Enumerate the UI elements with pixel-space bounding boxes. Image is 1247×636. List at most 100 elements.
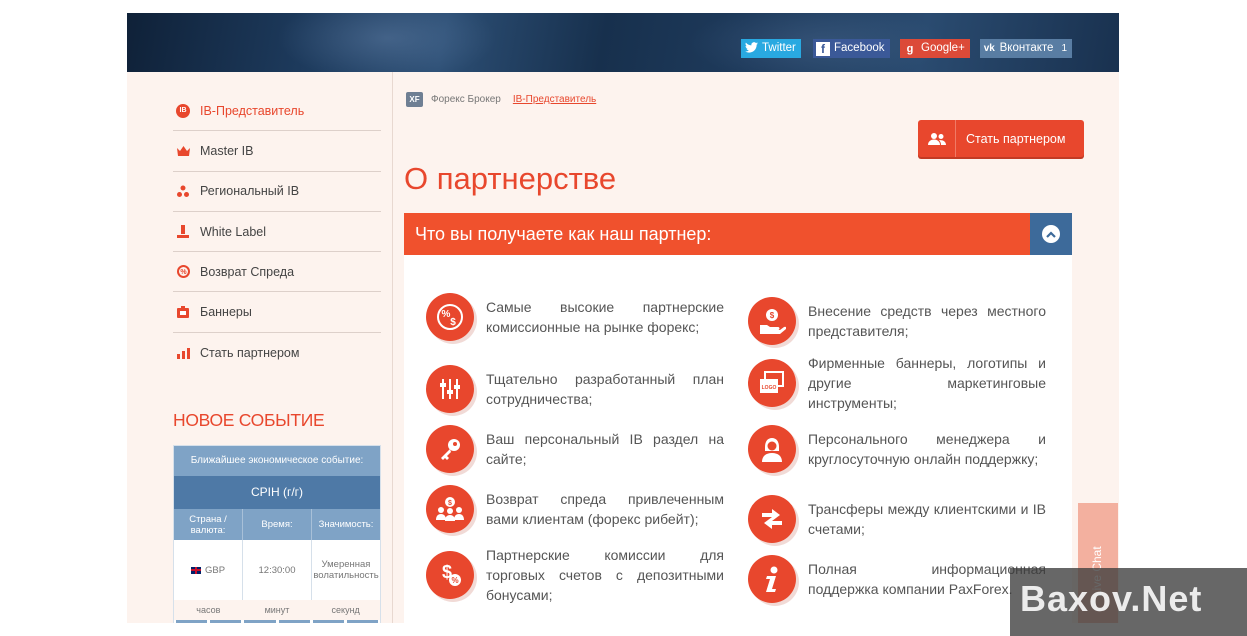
logo-banner-icon: LOGO [748,359,796,407]
sidebar-item-label: Master IB [200,143,254,158]
event-header: Ближайшее экономическое событие: [174,446,380,476]
event-name: CPIH (г/г) [174,476,380,509]
feature-item: Персонального менеджера и круглосуточную… [748,425,1046,473]
event-countdown: часов минут секунд [174,600,380,620]
vk-share-button[interactable]: vk Вконтакте 1 [980,39,1072,58]
sidebar-item-label: Возврат Спреда [200,264,295,279]
feature-item: $ Внесение средств через местного предст… [748,297,1046,345]
sidebar-item-become-partner[interactable]: Стать партнером [173,333,381,373]
vk-label: Вконтакте [999,42,1054,54]
facebook-icon: f [816,41,830,56]
event-importance: Умеренная волатильность [313,559,379,581]
sidebar-item-ib-representative[interactable]: IB IB-Представитель [173,91,381,132]
feature-item: LOGO Фирменные баннеры, логотипы и други… [748,353,1046,413]
event-col-importance: Значимость: [318,519,374,530]
info-icon [748,555,796,603]
accordion-body: % $ Самые высокие партнерские комиссионны… [404,255,1072,623]
key-icon [426,425,474,473]
svg-text:%: % [180,269,187,276]
svg-text:$: $ [448,500,452,507]
become-partner-label: Стать партнером [966,131,1066,146]
feature-text: Фирменные баннеры, логотипы и другие мар… [808,355,1046,411]
feature-item: Ваш персональный IB раздел на сайте; [426,425,724,473]
feature-item: Полная информационная поддержка компании… [748,555,1046,603]
svg-text:LOGO: LOGO [762,385,777,391]
accordion-toggle-button[interactable] [1030,213,1072,255]
accordion-title: Что вы получаете как наш партнер: [415,224,712,244]
page-title: О партнерстве [404,161,617,196]
sidebar-item-master-ib[interactable]: Master IB [173,131,381,172]
partner-chart-icon [176,346,190,360]
vk-share-count: 1 [1061,43,1067,54]
event-col-country: Страна / валюта: [174,509,243,540]
clients-dollar-icon: $ [426,485,474,533]
accordion-header[interactable]: Что вы получаете как наш партнер: [404,213,1072,255]
facebook-share-button[interactable]: f Facebook [813,39,890,58]
regional-icon [176,184,190,198]
countdown-hours-label: часов [196,605,221,615]
sidebar-item-label: Стать партнером [200,345,300,360]
sidebar-item-label: IB-Представитель [200,103,305,118]
hand-money-icon: $ [748,297,796,345]
users-icon [918,120,956,157]
xf-logo-icon: XF [406,92,423,107]
banner-icon [176,305,190,319]
sidebar-item-label: Баннеры [200,305,252,320]
feature-text: Самые высокие партнерские комиссионные н… [486,299,724,335]
become-partner-button[interactable]: Стать партнером [918,120,1084,157]
breadcrumb-parent[interactable]: Форекс Брокер [431,94,501,105]
twitter-icon [744,41,758,56]
crown-icon [176,144,190,158]
feature-text: Внесение средств через местного представ… [808,303,1046,339]
watermark-text: Baxov.Net [1020,578,1203,619]
twitter-share-button[interactable]: Twitter [741,39,801,58]
manager-icon [748,425,796,473]
percent-dollar-icon: % $ [426,293,474,341]
sidebar-menu: IB IB-Представитель Master IB Региональн… [173,91,381,373]
event-columns: Страна / валюта: Время: Значимость: [174,509,380,540]
feature-item: % $ Самые высокие партнерские комиссионны… [426,293,724,341]
event-currency: GBP [174,540,243,600]
countdown-seconds-label: секунд [331,605,360,615]
event-col-time: Время: [243,509,312,540]
feature-text: Партнерские комиссии для торговых счетов… [486,547,724,603]
sidebar-item-label: White Label [200,224,267,239]
uk-flag-icon [190,566,201,574]
svg-text:%: % [451,576,458,585]
spread-return-icon: % [176,265,190,279]
googleplus-share-button[interactable]: g Google+ [900,39,970,58]
feature-item: Тщательно разработанный план сотрудничес… [426,365,724,413]
svg-text:$: $ [770,311,775,320]
column-divider [392,72,393,623]
header-banner: Twitter f Facebook g Google+ vk Вконтакт… [127,13,1119,72]
chevron-up-icon [1042,225,1060,243]
sidebar-item-regional-ib[interactable]: Региональный IB [173,172,381,212]
twitter-label: Twitter [762,42,796,54]
feature-item: Трансферы между клиентскими и IB счетами… [748,495,1046,543]
googleplus-label: Google+ [921,42,965,54]
feature-text: Ваш персональный IB раздел на сайте; [486,431,724,467]
white-label-icon [176,225,190,239]
event-currency-value: GBP [204,564,226,576]
sidebar-item-label: Региональный IB [200,184,300,199]
dollar-percent-icon: $% [426,551,474,599]
event-values: GBP 12:30:00 Умеренная волатильность [174,540,380,600]
breadcrumb: XF Форекс Брокер IB-Представитель [406,92,596,107]
page: Twitter f Facebook g Google+ vk Вконтакт… [127,13,1119,623]
sidebar-item-spread-return[interactable]: % Возврат Спреда [173,252,381,293]
facebook-label: Facebook [834,42,885,54]
ib-icon: IB [176,103,190,118]
feature-text: Тщательно разработанный план сотрудничес… [486,371,724,407]
feature-text: Трансферы между клиентскими и IB счетами… [808,501,1046,537]
breadcrumb-current[interactable]: IB-Представитель [513,94,596,105]
feature-text: Возврат спреда привлеченным вами клиента… [486,491,724,527]
sidebar-item-white-label[interactable]: White Label [173,212,381,253]
transfer-arrows-icon [748,495,796,543]
sidebar-item-banners[interactable]: Баннеры [173,292,381,333]
economic-event-widget: Ближайшее экономическое событие: CPIH (г… [173,445,381,623]
svg-text:%: % [442,309,451,320]
sliders-icon [426,365,474,413]
feature-item: $ Возврат спреда привлеченным вами клиен… [426,485,724,533]
countdown-digits [174,620,380,623]
event-time: 12:30:00 [243,540,312,600]
